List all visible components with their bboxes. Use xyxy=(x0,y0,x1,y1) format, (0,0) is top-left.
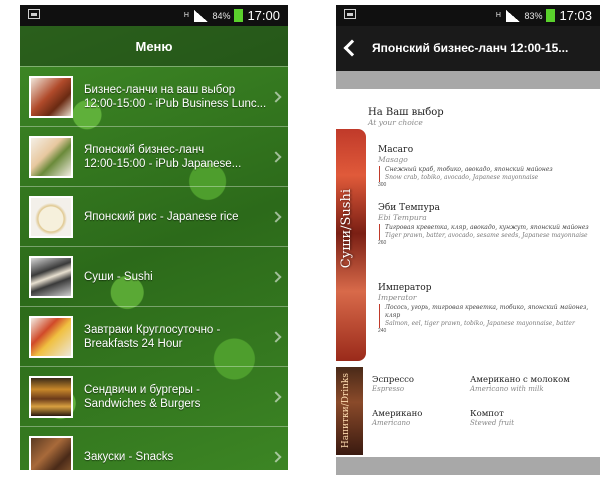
menu-item-subtitle: Sandwiches & Burgers xyxy=(84,397,201,410)
drink-compote: Компот Stewed fruit xyxy=(470,409,570,427)
drink-name-en: Americano xyxy=(372,419,411,427)
drinks-tab[interactable]: Напитки/Drinks xyxy=(336,367,363,455)
battery-percent: 83% xyxy=(524,10,543,21)
bottom-divider xyxy=(336,457,600,475)
clock: 17:00 xyxy=(247,8,280,23)
dish-thumbnail xyxy=(29,196,73,238)
dish-description: Тигровая креветка, кляр, авокадо, кунжут… xyxy=(385,224,589,231)
dish-thumbnail xyxy=(29,376,73,418)
menu-item-title: Завтраки Круглосуточно - xyxy=(84,323,221,336)
dish-weight: 300 xyxy=(378,182,387,188)
dish-thumbnail xyxy=(29,316,73,358)
signal-icon xyxy=(194,9,209,22)
app-bar: Меню xyxy=(20,26,288,66)
status-bar: H 83% 17:03 xyxy=(336,5,600,26)
dish-thumbnail xyxy=(29,256,73,298)
menu-screen: H 84% 17:00 Меню Бизнес-ланчи на ваш выб… xyxy=(20,5,288,470)
menu-item-subtitle: 12:00-15:00 - iPub Japanese... xyxy=(84,157,242,170)
menu-item-title: Японский бизнес-ланч xyxy=(84,143,205,156)
dish-description: Снежный краб, тобико, авокадо, японский … xyxy=(385,166,553,173)
chevron-right-icon xyxy=(270,150,282,163)
dish-name: Эби Темпура xyxy=(378,203,440,213)
menu-item-title: Японский рис - Japanese rice xyxy=(84,210,239,223)
menu-item-title: Закуски - Snacks xyxy=(84,450,174,463)
menu-item-title: Суши - Sushi xyxy=(84,270,153,283)
dish-description-en: Snow crab, tobiko, avocado, Japanese may… xyxy=(385,174,539,181)
dish-name-en: Imperator xyxy=(378,293,417,302)
clock: 17:03 xyxy=(559,8,592,23)
dish-name: Император xyxy=(378,283,432,293)
drink-name: Американо с молоком xyxy=(470,375,570,385)
screenshot-notification-icon xyxy=(28,9,40,19)
menu-item-title: Сендвичи и бургеры - xyxy=(84,383,200,396)
drink-name: Компот xyxy=(470,409,504,419)
dish-name-en: Ebi Tempura xyxy=(378,213,427,222)
dish-thumbnail xyxy=(29,436,73,470)
battery-icon xyxy=(234,9,244,22)
menu-item-japanese-rice[interactable]: Японский рис - Japanese rice xyxy=(20,186,288,246)
menu-item-subtitle: Breakfasts 24 Hour xyxy=(84,337,183,350)
drink-name-en: Americano with milk xyxy=(470,385,544,393)
dish-thumbnail xyxy=(29,136,73,178)
sushi-tab-label: Суши/Sushi xyxy=(339,189,354,269)
drink-espresso: Эспрессо Espresso xyxy=(372,375,472,393)
top-divider xyxy=(336,71,600,89)
screenshot-notification-icon xyxy=(344,9,356,19)
dish-masago: Масаго Masago Снежный краб, тобико, авок… xyxy=(378,145,590,188)
network-type: H xyxy=(495,12,501,19)
section-subheading: At your choice xyxy=(368,118,423,127)
dish-name-en: Masago xyxy=(378,155,408,164)
drink-name-en: Stewed fruit xyxy=(470,419,515,427)
drink-americano: Американо Americano xyxy=(372,409,472,427)
dish-name: Масаго xyxy=(378,145,414,155)
chevron-right-icon xyxy=(270,330,282,343)
chevron-right-icon xyxy=(270,390,282,403)
network-type: H xyxy=(183,12,189,19)
menu-item-snacks[interactable]: Закуски - Snacks xyxy=(20,426,288,470)
page-title: Меню xyxy=(135,38,173,54)
page-title: Японский бизнес-ланч 12:00-15... xyxy=(372,41,569,55)
chevron-right-icon xyxy=(270,450,282,463)
menu-item-sandwiches[interactable]: Сендвичи и бургеры - Sandwiches & Burger… xyxy=(20,366,288,426)
dish-imperator: Император Imperator Лосось, угорь, тигро… xyxy=(378,283,590,334)
drink-name-en: Espresso xyxy=(372,385,405,393)
lunch-detail-screen: H 83% 17:03 Японский бизнес-ланч 12:00-1… xyxy=(336,5,600,475)
menu-item-japanese-lunch[interactable]: Японский бизнес-ланч 12:00-15:00 - iPub … xyxy=(20,126,288,186)
drink-name: Американо xyxy=(372,409,423,419)
menu-item-business-lunch[interactable]: Бизнес-ланчи на ваш выбор 12:00-15:00 - … xyxy=(20,66,288,126)
section-heading: На Ваш выбор xyxy=(368,107,444,118)
sushi-tab[interactable]: Суши/Sushi xyxy=(336,129,366,361)
menu-item-sushi[interactable]: Суши - Sushi xyxy=(20,246,288,306)
menu-item-subtitle: 12:00-15:00 - iPub Business Lunc... xyxy=(84,97,266,110)
dish-weight: 260 xyxy=(378,240,387,246)
battery-percent: 84% xyxy=(212,10,231,21)
dish-ebi-tempura: Эби Темпура Ebi Tempura Тигровая креветк… xyxy=(378,203,590,246)
drink-name: Эспрессо xyxy=(372,375,415,385)
back-arrow-icon[interactable] xyxy=(343,39,361,57)
signal-icon xyxy=(506,9,521,22)
app-bar: Японский бизнес-ланч 12:00-15... xyxy=(336,26,600,71)
menu-page: На Ваш выбор At your choice Суши/Sushi М… xyxy=(336,89,600,457)
drinks-tab-label: Напитки/Drinks xyxy=(341,373,351,449)
dish-description: Лосось, угорь, тигровая креветка, тобико… xyxy=(385,304,589,319)
menu-item-breakfasts[interactable]: Завтраки Круглосуточно - Breakfasts 24 H… xyxy=(20,306,288,366)
dish-description-en: Salmon, eel, tiger prawn, tobiko, Japane… xyxy=(385,320,575,327)
chevron-right-icon xyxy=(270,90,282,103)
menu-list: Бизнес-ланчи на ваш выбор 12:00-15:00 - … xyxy=(20,66,288,470)
drink-americano-milk: Американо с молоком Americano with milk xyxy=(470,375,590,393)
chevron-right-icon xyxy=(270,210,282,223)
dish-weight: 240 xyxy=(378,328,387,334)
battery-icon xyxy=(546,9,556,22)
status-bar: H 84% 17:00 xyxy=(20,5,288,26)
chevron-right-icon xyxy=(270,270,282,283)
dish-thumbnail xyxy=(29,76,73,118)
dish-description-en: Tiger prawn, batter, avocado, sesame see… xyxy=(385,232,588,239)
menu-item-title: Бизнес-ланчи на ваш выбор xyxy=(84,83,236,96)
